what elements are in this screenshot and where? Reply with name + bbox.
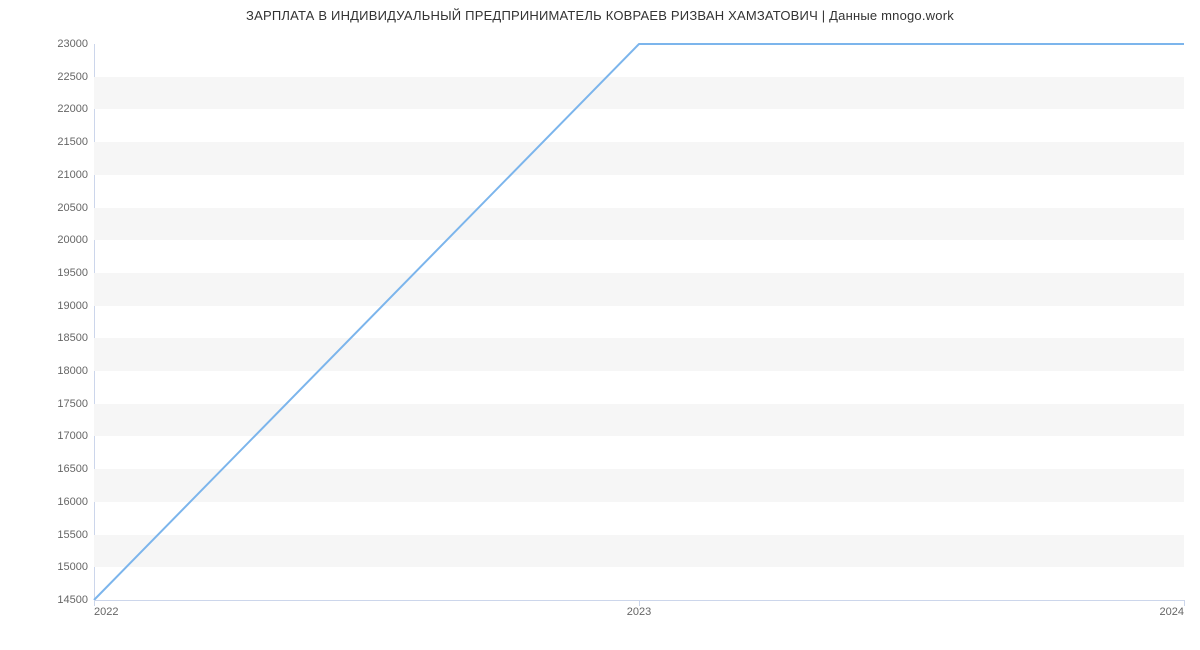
- x-tick: [1184, 600, 1185, 606]
- y-tick-label: 16000: [8, 496, 88, 508]
- y-tick-label: 18000: [8, 365, 88, 377]
- line-series: [94, 44, 1184, 600]
- y-tick-label: 18500: [8, 332, 88, 344]
- x-tick-label: 2023: [627, 606, 651, 618]
- x-tick-label: 2022: [94, 606, 118, 618]
- y-tick-label: 17000: [8, 430, 88, 442]
- x-tick-label: 2024: [1160, 606, 1184, 618]
- y-tick-label: 22500: [8, 71, 88, 83]
- y-tick-label: 22000: [8, 103, 88, 115]
- y-tick-label: 15500: [8, 529, 88, 541]
- chart-container: ЗАРПЛАТА В ИНДИВИДУАЛЬНЫЙ ПРЕДПРИНИМАТЕЛ…: [0, 0, 1200, 620]
- y-tick-label: 23000: [8, 38, 88, 50]
- y-tick-label: 20500: [8, 202, 88, 214]
- y-tick-label: 16500: [8, 463, 88, 475]
- series-line: [94, 44, 1184, 600]
- y-tick-label: 19000: [8, 300, 88, 312]
- y-tick-label: 19500: [8, 267, 88, 279]
- plot-area[interactable]: [94, 44, 1184, 601]
- y-tick-label: 17500: [8, 398, 88, 410]
- y-tick-label: 20000: [8, 234, 88, 246]
- chart-title: ЗАРПЛАТА В ИНДИВИДУАЛЬНЫЙ ПРЕДПРИНИМАТЕЛ…: [0, 8, 1200, 23]
- y-tick-label: 15000: [8, 561, 88, 573]
- y-tick-label: 21000: [8, 169, 88, 181]
- y-tick-label: 21500: [8, 136, 88, 148]
- y-tick-label: 14500: [8, 594, 88, 606]
